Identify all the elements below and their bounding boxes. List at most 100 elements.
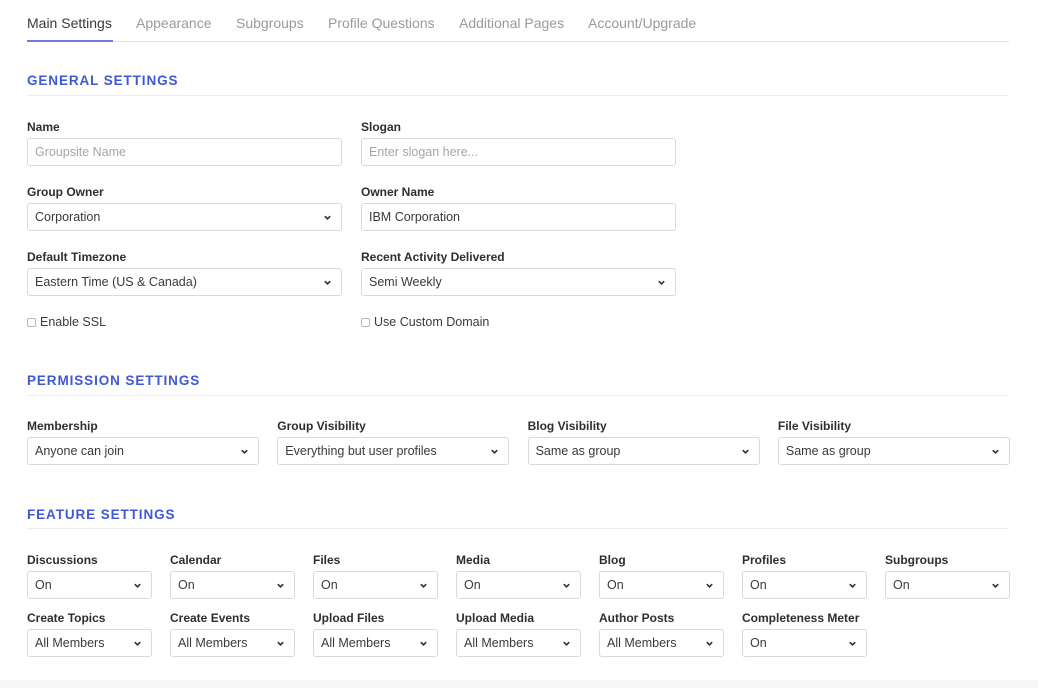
chevron-down-icon [658, 280, 665, 285]
enable-ssl-label: Enable SSL [40, 315, 107, 329]
tab-profile-questions[interactable]: Profile Questions [328, 15, 435, 31]
slogan-input[interactable] [361, 138, 676, 166]
blog-visibility-value: Same as group [535, 444, 621, 458]
profiles-value: On [750, 578, 767, 592]
blog-visibility-label: Blog Visibility [527, 419, 607, 433]
timezone-value: Eastern Time (US & Canada) [35, 275, 197, 289]
active-tab-indicator [27, 40, 113, 42]
chevron-down-icon [420, 641, 427, 646]
membership-label: Membership [27, 419, 98, 433]
recent-activity-select[interactable]: Semi Weekly [361, 268, 676, 296]
create-topics-label: Create Topics [27, 611, 106, 625]
discussions-value: On [35, 578, 52, 592]
membership-value: Anyone can join [35, 444, 124, 458]
chevron-down-icon [849, 641, 856, 646]
custom-domain-label: Use Custom Domain [374, 315, 490, 329]
chevron-down-icon [324, 215, 331, 220]
tab-account-upgrade[interactable]: Account/Upgrade [588, 15, 696, 31]
discussions-label: Discussions [27, 553, 98, 567]
chevron-down-icon [741, 449, 749, 454]
section-divider [27, 528, 1009, 529]
checkbox-box[interactable] [27, 317, 36, 327]
chevron-down-icon [324, 280, 331, 285]
upload-media-select[interactable]: All Members [456, 629, 581, 657]
chevron-down-icon [992, 449, 999, 454]
subgroups-label: Subgroups [885, 553, 949, 567]
chevron-down-icon [134, 641, 141, 646]
group-owner-label: Group Owner [27, 185, 104, 199]
enable-ssl-checkbox[interactable]: Enable SSL [27, 315, 106, 329]
subgroups-value: On [893, 578, 910, 592]
create-topics-select[interactable]: All Members [27, 629, 152, 657]
chevron-down-icon [277, 641, 284, 646]
profiles-label: Profiles [742, 553, 787, 567]
chevron-down-icon [563, 641, 570, 646]
calendar-select[interactable]: On [170, 571, 295, 599]
create-events-select[interactable]: All Members [170, 629, 295, 657]
chevron-down-icon [491, 449, 499, 454]
chevron-down-icon [992, 583, 999, 588]
discussions-select[interactable]: On [27, 571, 152, 599]
recent-activity-label: Recent Activity Delivered [361, 250, 505, 264]
profiles-select[interactable]: On [742, 571, 867, 599]
calendar-label: Calendar [170, 553, 222, 567]
group-visibility-select[interactable]: Everything but user profiles [277, 437, 510, 465]
feature-settings-heading: FEATURE SETTINGS [27, 507, 176, 522]
author-posts-label: Author Posts [599, 611, 675, 625]
create-events-value: All Members [178, 636, 248, 650]
custom-domain-checkbox[interactable]: Use Custom Domain [361, 315, 489, 329]
completeness-meter-select[interactable]: On [742, 629, 867, 657]
media-select[interactable]: On [456, 571, 581, 599]
create-topics-value: All Members [35, 636, 105, 650]
chevron-down-icon [706, 641, 713, 646]
chevron-down-icon [706, 583, 713, 588]
calendar-value: On [178, 578, 195, 592]
section-divider [27, 95, 1009, 96]
name-input[interactable] [27, 138, 342, 166]
chevron-down-icon [563, 583, 570, 588]
permission-settings-heading: PERMISSION SETTINGS [27, 373, 201, 388]
general-settings-heading: GENERAL SETTINGS [27, 73, 179, 88]
membership-select[interactable]: Anyone can join [27, 437, 259, 465]
upload-files-value: All Members [321, 636, 391, 650]
blog-label: Blog [599, 553, 626, 567]
files-label: Files [313, 553, 341, 567]
blog-visibility-select[interactable]: Same as group [527, 437, 760, 465]
timezone-select[interactable]: Eastern Time (US & Canada) [27, 268, 342, 296]
tab-subgroups[interactable]: Subgroups [236, 15, 304, 31]
settings-tabs: Main Settings Appearance Subgroups Profi… [27, 0, 1009, 42]
author-posts-select[interactable]: All Members [599, 629, 724, 657]
name-label: Name [27, 120, 60, 134]
chevron-down-icon [849, 583, 856, 588]
file-visibility-label: File Visibility [777, 419, 852, 433]
completeness-meter-label: Completeness Meter [742, 611, 860, 625]
upload-media-value: All Members [464, 636, 534, 650]
timezone-label: Default Timezone [27, 250, 127, 264]
group-visibility-value: Everything but user profiles [285, 444, 437, 458]
upload-media-label: Upload Media [456, 611, 535, 625]
footer-band [0, 680, 1038, 688]
file-visibility-select[interactable]: Same as group [777, 437, 1010, 465]
chevron-down-icon [241, 449, 248, 454]
upload-files-select[interactable]: All Members [313, 629, 438, 657]
owner-name-label: Owner Name [361, 185, 435, 199]
upload-files-label: Upload Files [313, 611, 385, 625]
files-value: On [321, 578, 338, 592]
chevron-down-icon [134, 583, 141, 588]
slogan-label: Slogan [361, 120, 402, 134]
checkbox-box[interactable] [361, 317, 370, 327]
tab-additional-pages[interactable]: Additional Pages [459, 15, 564, 31]
file-visibility-value: Same as group [785, 444, 871, 458]
completeness-meter-value: On [750, 636, 767, 650]
group-owner-value: Corporation [35, 210, 101, 224]
files-select[interactable]: On [313, 571, 438, 599]
owner-name-input[interactable] [361, 203, 676, 231]
section-divider [27, 395, 1009, 396]
group-owner-select[interactable]: Corporation [27, 203, 342, 231]
blog-select[interactable]: On [599, 571, 724, 599]
tab-appearance[interactable]: Appearance [136, 15, 212, 31]
author-posts-value: All Members [607, 636, 677, 650]
subgroups-select[interactable]: On [885, 571, 1010, 599]
chevron-down-icon [420, 583, 427, 588]
tab-main-settings[interactable]: Main Settings [27, 15, 112, 31]
